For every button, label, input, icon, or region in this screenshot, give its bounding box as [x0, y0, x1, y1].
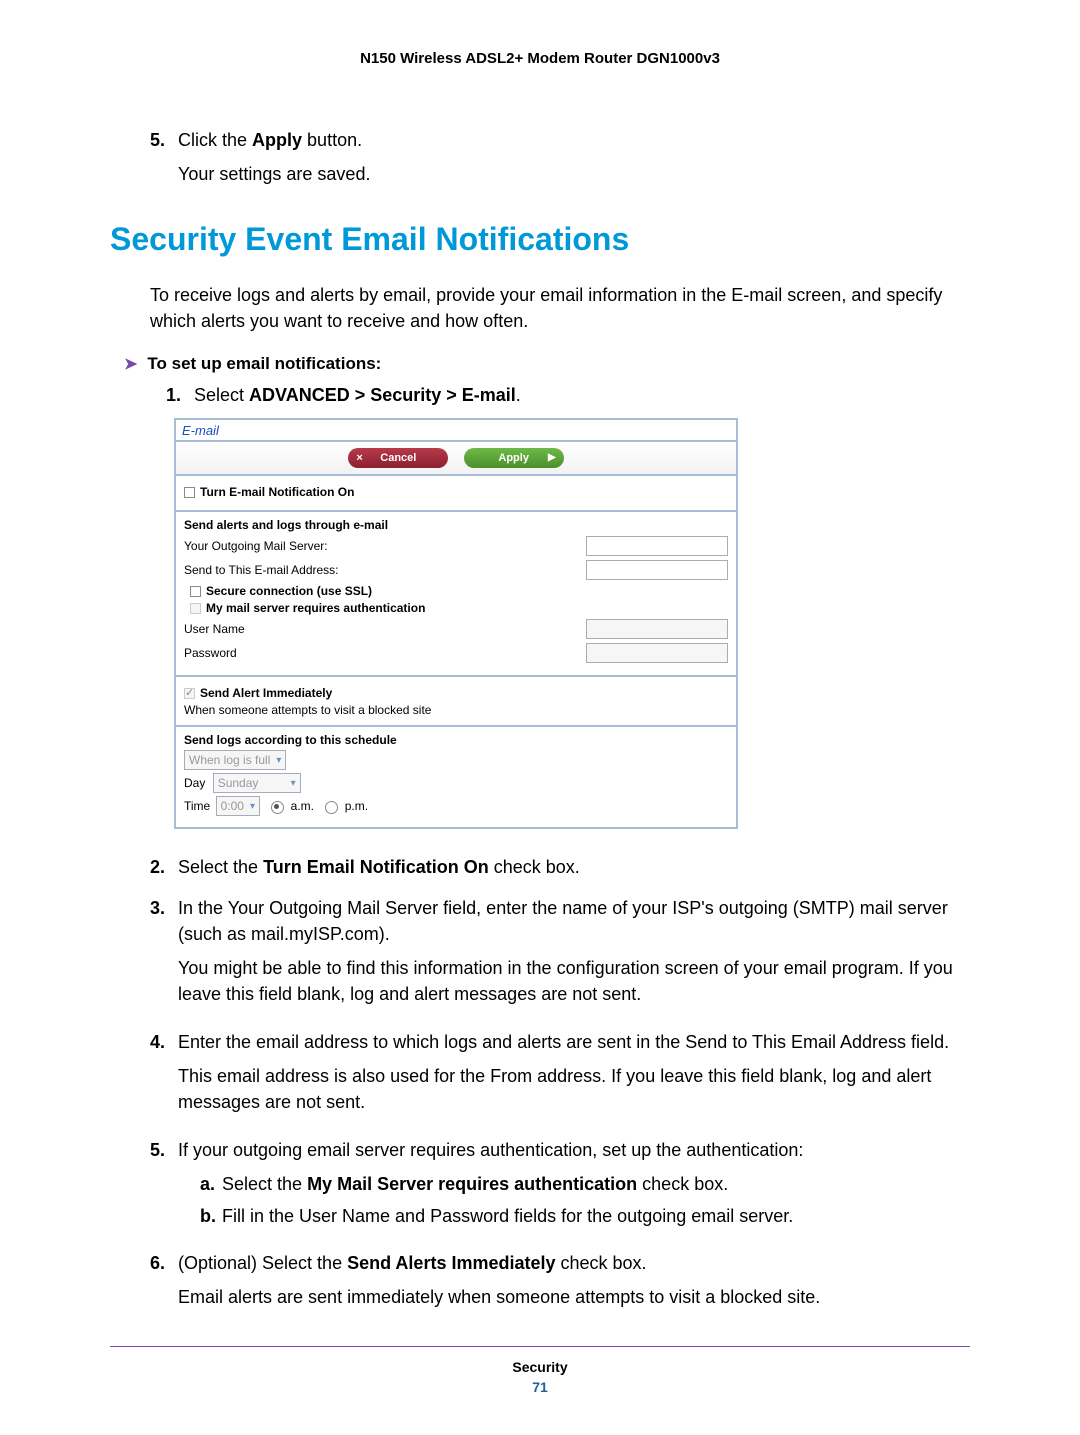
select-value: Sunday [218, 776, 259, 790]
text: Select [194, 385, 249, 405]
step-number: 5. [150, 127, 178, 187]
button-label: Cancel [380, 452, 416, 464]
checkbox-label: Turn E-mail Notification On [200, 485, 354, 499]
panel-title: E-mail [176, 420, 736, 442]
radio-label: a.m. [291, 799, 314, 813]
close-icon: × [356, 448, 362, 468]
text: (Optional) Select the [178, 1253, 347, 1273]
bold-term: Turn Email Notification On [263, 857, 489, 877]
select-value: 0:00 [221, 799, 244, 813]
checkbox-label: Send Alert Immediately [200, 686, 332, 700]
bold-term: My Mail Server requires authentication [307, 1174, 637, 1194]
bold-term: Send Alerts Immediately [347, 1253, 555, 1273]
password-input[interactable] [586, 643, 728, 663]
text: Fill in the User Name and Password field… [222, 1203, 970, 1229]
text: Click the [178, 130, 252, 150]
step-4: 4. Enter the email address to which logs… [150, 1029, 970, 1123]
checkbox-label: My mail server requires authentication [206, 601, 425, 615]
apply-word: Apply [252, 130, 302, 150]
day-select[interactable]: Sunday ▾ [213, 773, 301, 793]
radio-label: p.m. [345, 799, 368, 813]
text: check box. [489, 857, 580, 877]
step-number: 4. [150, 1029, 178, 1123]
chevron-down-icon: ▾ [291, 778, 296, 789]
cancel-button[interactable]: × Cancel [348, 448, 448, 468]
step-3: 3. In the Your Outgoing Mail Server fiel… [150, 895, 970, 1015]
ssl-checkbox[interactable] [190, 586, 201, 597]
footer-section: Security [110, 1359, 970, 1375]
text: check box. [556, 1253, 647, 1273]
text: When someone attempts to visit a blocked… [184, 703, 728, 717]
step-letter: a. [200, 1171, 222, 1197]
step-number: 3. [150, 895, 178, 1015]
step-letter: b. [200, 1203, 222, 1229]
checkbox-label: Secure connection (use SSL) [206, 584, 372, 598]
send-alert-immediately-checkbox[interactable] [184, 688, 195, 699]
field-label: Send to This E-mail Address: [184, 563, 339, 577]
group-heading: Send alerts and logs through e-mail [184, 518, 728, 532]
select-value: When log is full [189, 753, 270, 767]
send-to-input[interactable] [586, 560, 728, 580]
chevron-down-icon: ▾ [250, 801, 255, 812]
text: Your settings are saved. [178, 161, 970, 187]
field-label: User Name [184, 622, 245, 636]
username-input[interactable] [586, 619, 728, 639]
page-number: 71 [110, 1379, 970, 1395]
text: In the Your Outgoing Mail Server field, … [178, 895, 970, 947]
procedure-heading: ➤ To set up email notifications: [124, 354, 970, 374]
chevron-right-icon: ▶ [548, 448, 556, 468]
divider [110, 1346, 970, 1347]
text: This email address is also used for the … [178, 1063, 970, 1115]
text: Email alerts are sent immediately when s… [178, 1284, 970, 1310]
step-5-top: 5. Click the Apply button. Your settings… [150, 127, 970, 187]
step-5a: a. Select the My Mail Server requires au… [200, 1171, 970, 1197]
am-radio[interactable] [271, 801, 284, 814]
outgoing-server-input[interactable] [586, 536, 728, 556]
text: Select the [222, 1174, 307, 1194]
field-label: Password [184, 646, 237, 660]
step-number: 1. [166, 382, 194, 408]
step-2: 2. Select the Turn Email Notification On… [150, 854, 970, 880]
schedule-select[interactable]: When log is full ▾ [184, 750, 286, 770]
text: You might be able to find this informati… [178, 955, 970, 1007]
intro-paragraph: To receive logs and alerts by email, pro… [150, 282, 970, 334]
step-number: 6. [150, 1250, 178, 1318]
field-label: Day [184, 776, 205, 790]
auth-checkbox[interactable] [190, 603, 201, 614]
apply-button[interactable]: Apply ▶ [464, 448, 564, 468]
text: If your outgoing email server requires a… [178, 1137, 970, 1163]
time-select[interactable]: 0:00 ▾ [216, 796, 260, 816]
step-number: 5. [150, 1137, 178, 1235]
field-label: Time [184, 799, 210, 813]
step-5b: b. Fill in the User Name and Password fi… [200, 1203, 970, 1229]
text: button. [302, 130, 362, 150]
step-5: 5. If your outgoing email server require… [150, 1137, 970, 1235]
text: check box. [637, 1174, 728, 1194]
doc-header: N150 Wireless ADSL2+ Modem Router DGN100… [110, 50, 970, 67]
text: Enter the email address to which logs an… [178, 1029, 970, 1055]
menu-path: ADVANCED > Security > E-mail [249, 385, 516, 405]
field-label: Your Outgoing Mail Server: [184, 539, 328, 553]
step-1: 1. Select ADVANCED > Security > E-mail. [166, 382, 970, 408]
button-bar: × Cancel Apply ▶ [176, 442, 736, 476]
group-heading: Send logs according to this schedule [184, 733, 728, 747]
text: . [516, 385, 521, 405]
section-heading: Security Event Email Notifications [110, 221, 970, 258]
chevron-down-icon: ▾ [276, 755, 281, 766]
step-6: 6. (Optional) Select the Send Alerts Imm… [150, 1250, 970, 1318]
step-number: 2. [150, 854, 178, 880]
text: To set up email notifications: [147, 354, 381, 374]
text: Select the [178, 857, 263, 877]
chevron-right-icon: ➤ [124, 354, 137, 374]
button-label: Apply [498, 452, 529, 464]
pm-radio[interactable] [325, 801, 338, 814]
email-settings-panel: E-mail × Cancel Apply ▶ Turn E-mail Noti… [174, 418, 738, 829]
turn-email-on-checkbox[interactable] [184, 487, 195, 498]
